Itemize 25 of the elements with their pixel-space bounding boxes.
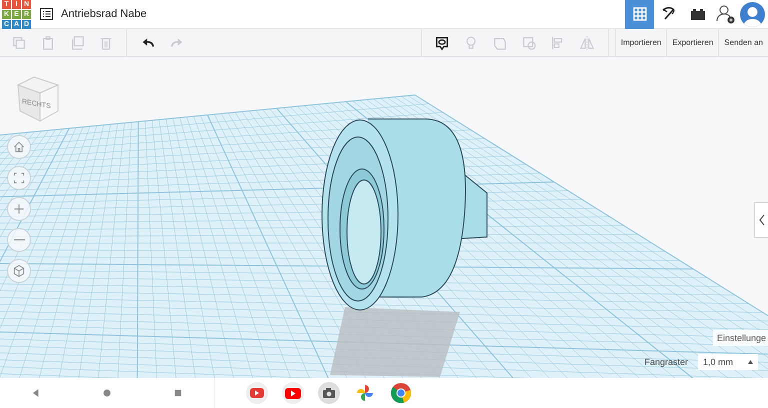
- home-icon: [12, 140, 26, 154]
- ungroup-icon: [521, 34, 538, 50]
- copy-icon: [10, 34, 26, 50]
- mirror-icon: [579, 34, 596, 50]
- browser-icon[interactable]: [390, 382, 412, 404]
- fit-view-icon: [12, 171, 26, 185]
- play-app-icon[interactable]: [282, 382, 304, 404]
- zoom-in-icon: [12, 202, 26, 216]
- camera-icon[interactable]: [318, 382, 340, 404]
- snap-grid-dropdown[interactable]: 1,0 mm: [698, 354, 758, 370]
- design-title[interactable]: Antriebsrad Nabe: [61, 8, 147, 20]
- video-app-icon[interactable]: [246, 382, 268, 404]
- add-user-icon[interactable]: [716, 4, 736, 24]
- wheel-hub-drawing[interactable]: [322, 118, 488, 377]
- settings-button[interactable]: Einstellunge: [712, 330, 768, 346]
- pinwheel-icon[interactable]: [354, 382, 376, 404]
- snap-grid-label: Fangraster: [644, 357, 688, 367]
- panel-toggle-button[interactable]: [754, 202, 768, 238]
- chevron-left-icon: [758, 214, 764, 226]
- cube-icon: [12, 264, 26, 278]
- note-icon: [434, 34, 450, 50]
- design-list-icon[interactable]: [40, 8, 53, 20]
- caret-icon: [748, 360, 753, 364]
- grid-view-icon: [630, 5, 648, 23]
- avatar-icon[interactable]: [740, 2, 765, 26]
